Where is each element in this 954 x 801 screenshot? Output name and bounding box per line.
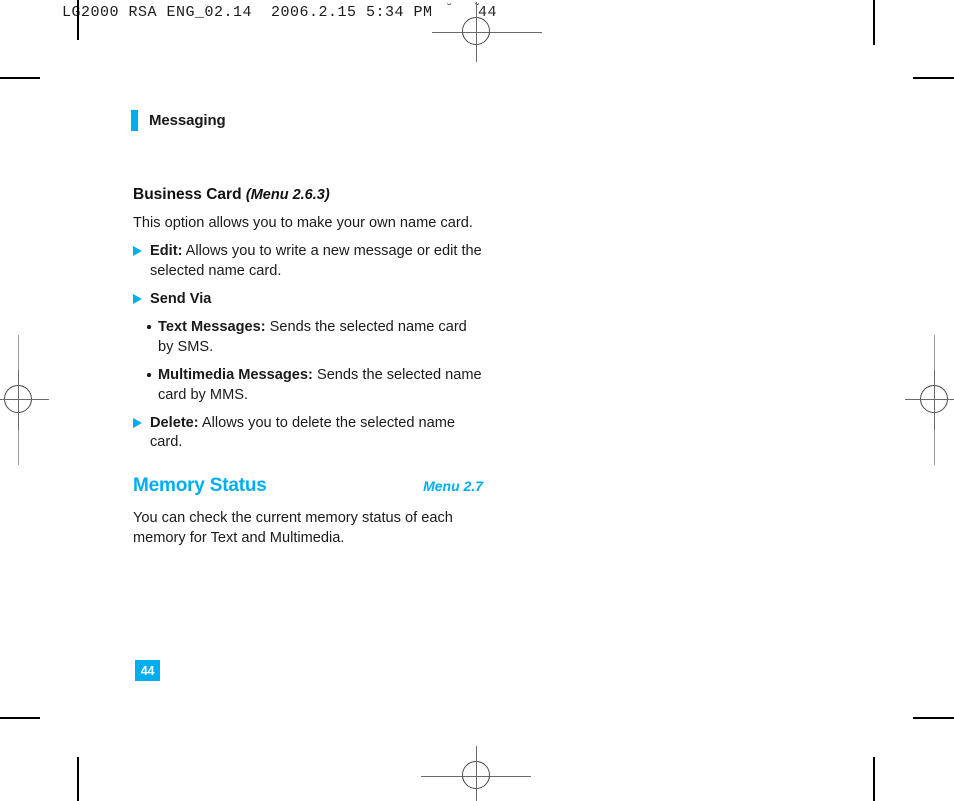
registration-mark-right	[905, 370, 954, 430]
section-intro-paragraph: This option allows you to make your own …	[133, 215, 473, 232]
menu-section-reference: Menu 2.7	[423, 477, 483, 494]
crop-mark-top-right-horizontal	[913, 77, 954, 79]
triangle-bullet-icon	[133, 246, 142, 257]
manual-page: LG2000 RSA ENG_02.14 2006.2.15 5:34 PM ˘…	[0, 0, 954, 801]
running-head-title: Messaging	[149, 112, 226, 129]
list-item-text: Allows you to write a new message or edi…	[150, 243, 482, 279]
section-heading-title: Business Card	[133, 186, 242, 203]
sub-list-item-label: Text Messages:	[158, 319, 266, 336]
scan-slug-line: LG2000 RSA ENG_02.14 2006.2.15 5:34 PM	[62, 4, 433, 21]
crop-mark-bottom-left-horizontal	[0, 717, 40, 719]
section-heading-menu-ref: (Menu 2.6.3)	[245, 187, 330, 203]
page-number-badge: 44	[135, 660, 160, 681]
sub-list-item: Text Messages: Sends the selected name c…	[147, 318, 483, 357]
list-item-label: Edit:	[150, 243, 183, 260]
dot-bullet-icon	[147, 373, 151, 377]
menu-section-heading: Memory Status Menu 2.7	[133, 475, 483, 497]
sub-list-item: Multimedia Messages: Sends the selected …	[147, 366, 483, 405]
registration-mark-left	[0, 370, 49, 430]
triangle-bullet-icon	[133, 293, 142, 304]
crop-mark-bottom-right-vertical	[873, 757, 875, 801]
crop-mark-top-right-vertical	[873, 0, 875, 45]
running-head-accent-bar	[131, 110, 138, 131]
sub-list-item-label: Multimedia Messages:	[158, 367, 313, 384]
section-heading: Business Card (Menu 2.6.3)	[133, 185, 483, 204]
triangle-bullet-icon	[133, 417, 142, 428]
crop-mark-bottom-right-horizontal	[913, 717, 954, 719]
registration-mark-top	[447, 2, 507, 62]
menu-section-title: Memory Status	[133, 474, 267, 496]
running-head: Messaging	[131, 110, 226, 131]
registration-mark-bottom	[447, 746, 507, 801]
list-item: Delete: Allows you to delete the selecte…	[133, 414, 483, 453]
list-item-label: Delete:	[150, 414, 199, 431]
list-item-label: Send Via	[150, 290, 212, 307]
crop-mark-bottom-left-vertical	[77, 757, 79, 801]
dot-bullet-icon	[147, 325, 151, 329]
content-column: Business Card (Menu 2.6.3) This option a…	[133, 185, 483, 557]
list-item: Send Via	[133, 290, 483, 309]
crop-mark-top-left-horizontal	[0, 77, 40, 79]
list-item: Edit: Allows you to write a new message …	[133, 242, 483, 281]
crop-mark-top-left-vertical	[77, 0, 79, 40]
menu-section-body: You can check the current memory status …	[133, 509, 453, 547]
